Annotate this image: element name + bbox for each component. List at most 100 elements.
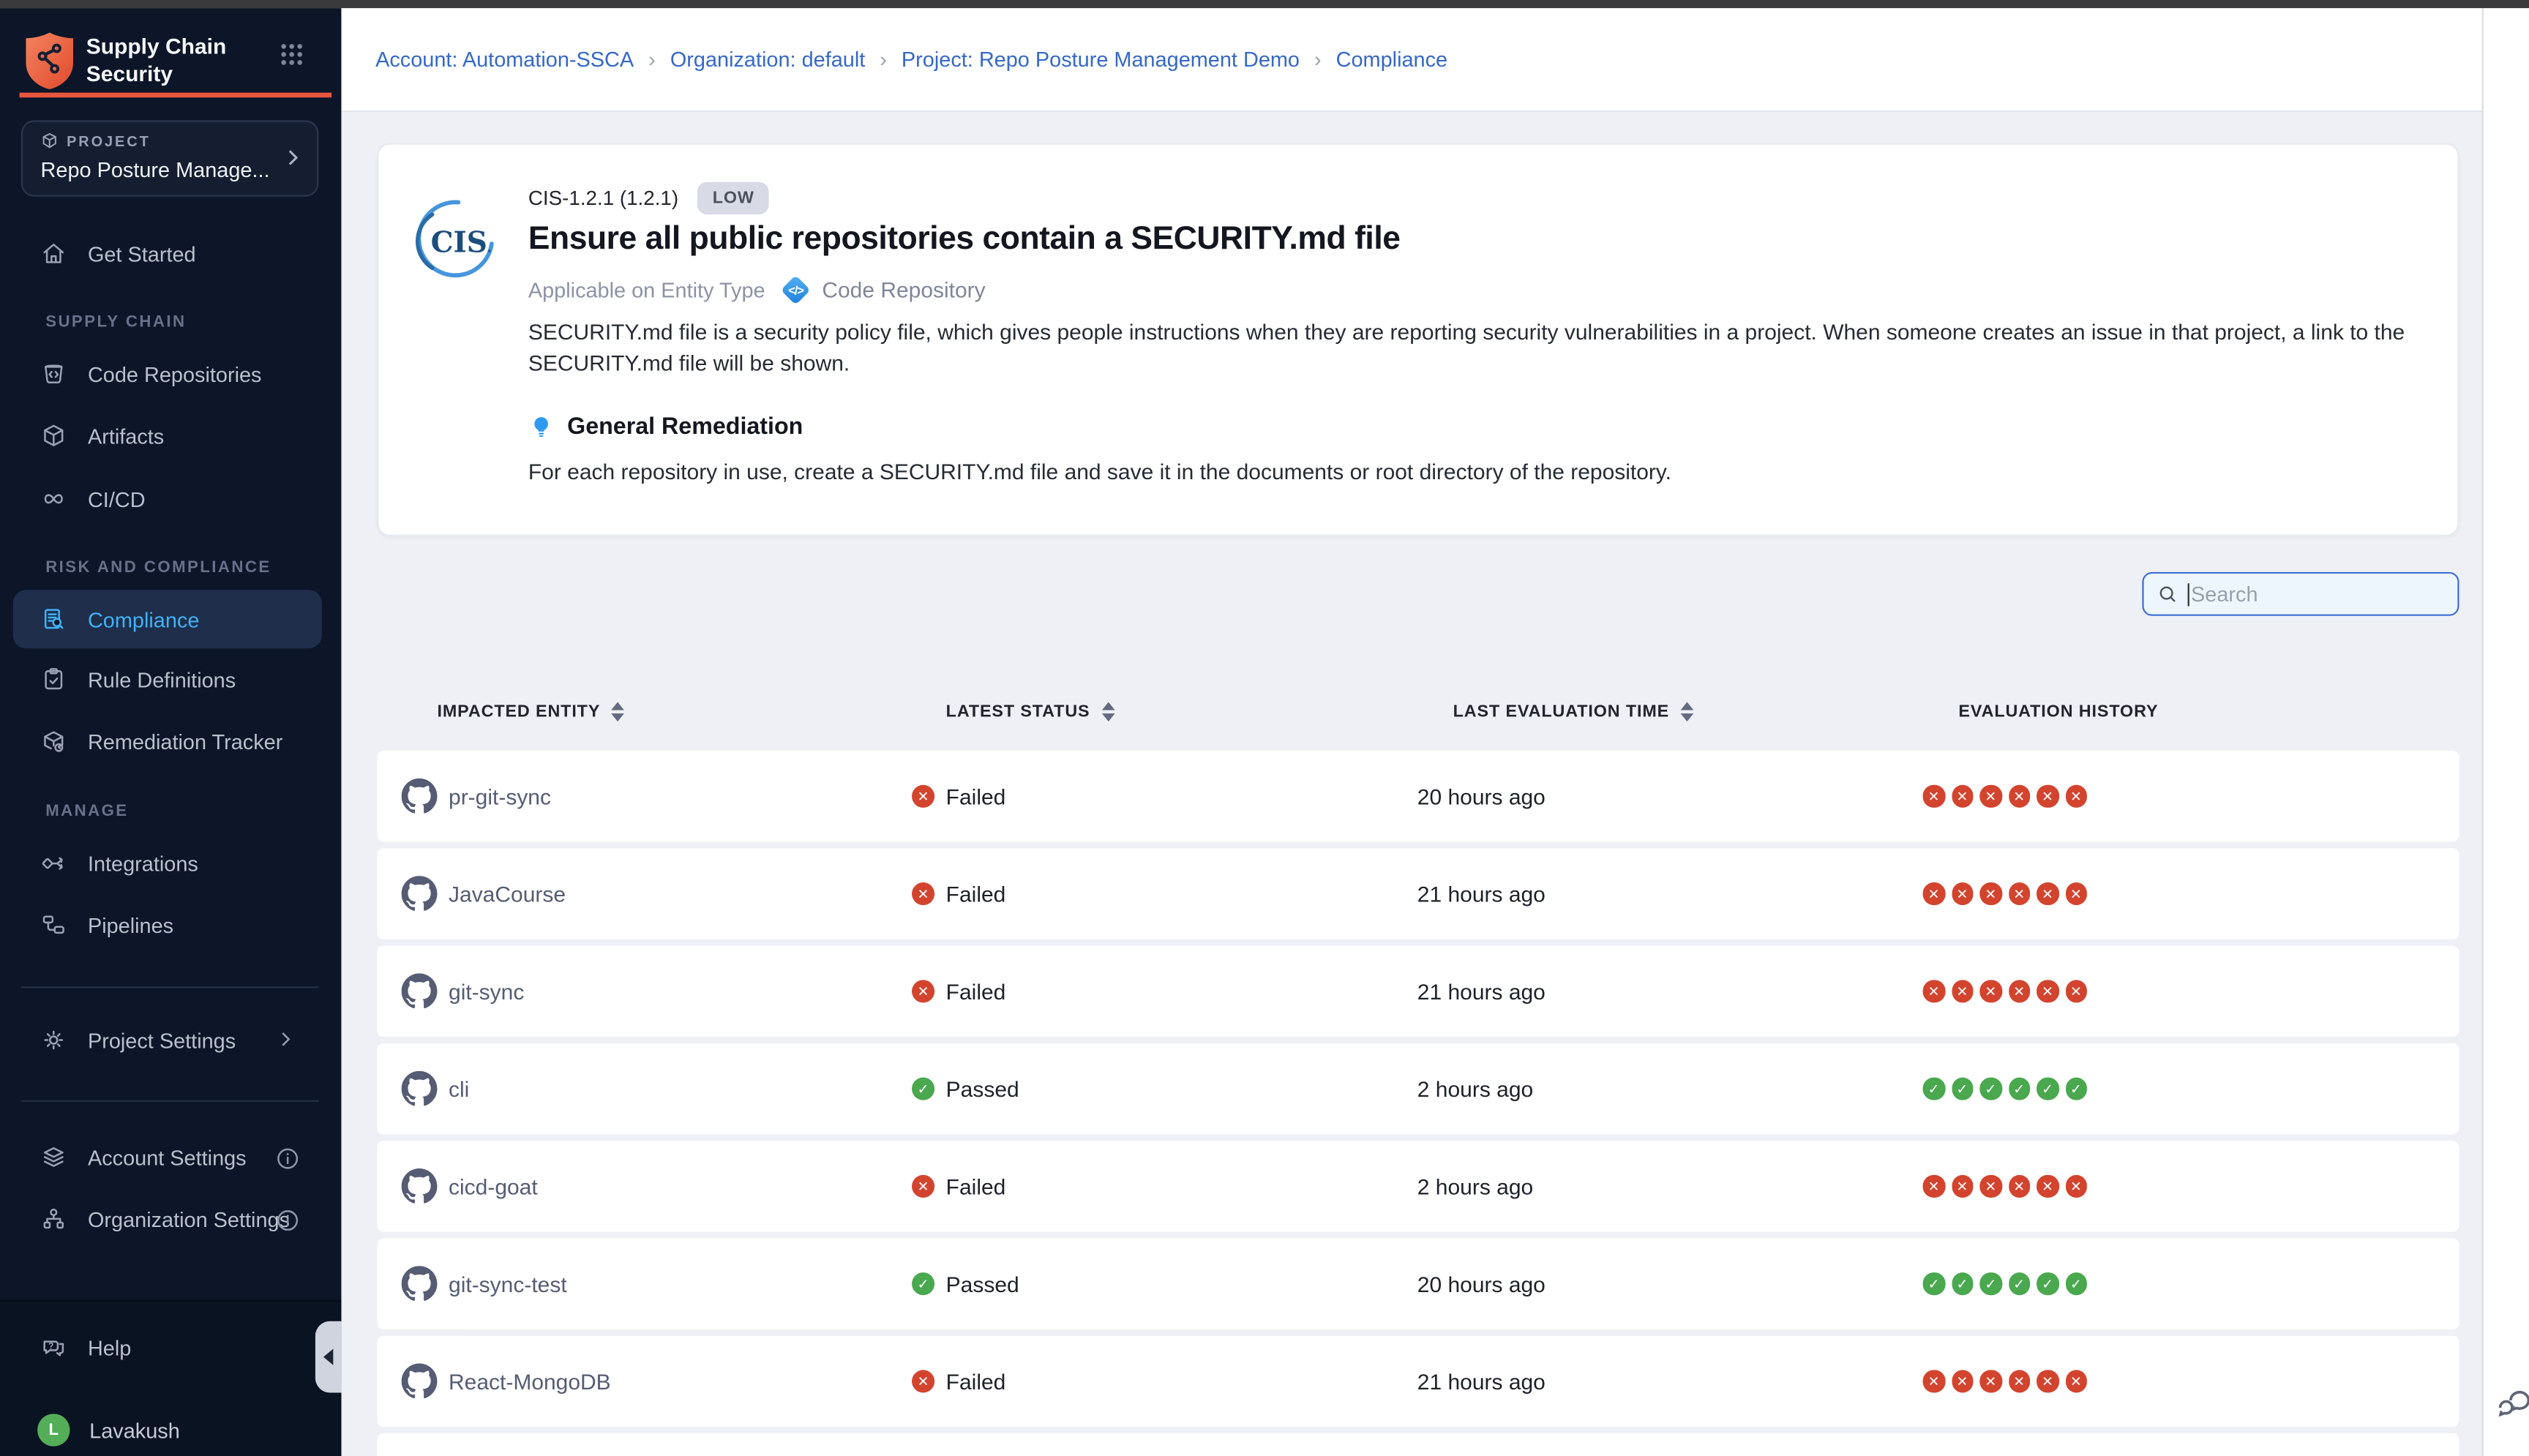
sidebar-item-label: Artifacts: [88, 424, 164, 448]
entity-name[interactable]: React-MongoDB: [449, 1369, 611, 1393]
table-row[interactable]: pr-git-sync✕Failed20 hours ago✕✕✕✕✕✕: [377, 751, 2459, 841]
sidebar-item-artifacts[interactable]: Artifacts: [13, 406, 322, 465]
table-row[interactable]: cli✓Passed2 hours ago✓✓✓✓✓✓: [377, 1043, 2459, 1134]
brand-accent-line: [20, 93, 331, 98]
app-screen: Supply Chain Security PROJECT Repo Postu…: [0, 0, 2529, 1456]
entity-name[interactable]: pr-git-sync: [449, 784, 551, 808]
info-icon[interactable]: [274, 1207, 299, 1231]
entity-cell: cicd-goat: [402, 1141, 538, 1231]
rule-title: Ensure all public repositories contain a…: [528, 221, 1401, 258]
sort-icon[interactable]: [1101, 702, 1114, 722]
column-header-impacted-entity[interactable]: IMPACTED ENTITY: [437, 702, 624, 722]
gear-icon: [41, 1027, 67, 1054]
chat-widget-icon[interactable]: [2497, 1386, 2529, 1422]
sidebar-item-help[interactable]: ? Help: [13, 1318, 322, 1376]
evaluation-history-cell: ✕✕✕✕✕✕: [1923, 1141, 2094, 1231]
passed-status-icon: ✓: [1951, 1273, 1973, 1295]
project-cube-icon: [41, 132, 59, 149]
divider: [21, 986, 318, 988]
breadcrumb-bar: Account: Automation-SSCA › Organization: d…: [341, 8, 2483, 112]
project-label: PROJECT: [67, 133, 151, 149]
passed-status-icon: ✓: [1979, 1078, 2001, 1100]
failed-status-icon: ✕: [2065, 785, 2087, 807]
evaluation-history-cell: ✓✓✓✓✓✓: [1923, 1043, 2094, 1134]
table-row[interactable]: git-sync✕Failed21 hours ago✕✕✕✕✕✕: [377, 946, 2459, 1037]
artifacts-icon: [41, 422, 67, 449]
sidebar-item-compliance[interactable]: Compliance: [13, 590, 322, 648]
breadcrumb-link[interactable]: Compliance: [1336, 47, 1447, 71]
passed-status-icon: ✓: [912, 1078, 934, 1100]
sidebar-item-ci-cd[interactable]: CI/CD: [13, 470, 322, 528]
sidebar-item-integrations[interactable]: Integrations: [13, 833, 322, 892]
column-header-last-evaluation-time[interactable]: LAST EVALUATION TIME: [1453, 702, 1694, 722]
failed-status-icon: ✕: [2065, 883, 2087, 905]
failed-status-icon: ✕: [2065, 1370, 2087, 1392]
passed-status-icon: ✓: [2065, 1078, 2087, 1100]
status-cell: ✕Failed: [912, 848, 1005, 939]
entity-cell: git-sync-test: [402, 1238, 567, 1329]
sidebar-item-rule-definitions[interactable]: Rule Definitions: [13, 650, 322, 708]
failed-status-icon: ✕: [1951, 785, 1973, 807]
rule-definitions-icon: [41, 667, 67, 693]
sidebar-item-account-settings[interactable]: Account Settings: [13, 1127, 322, 1186]
sidebar-item-project-settings[interactable]: Project Settings: [13, 1011, 322, 1070]
failed-status-icon: ✕: [1979, 980, 2001, 1002]
info-icon[interactable]: [274, 1145, 299, 1169]
rule-description: SECURITY.md file is a security policy fi…: [528, 317, 2413, 378]
failed-status-icon: ✕: [2008, 785, 2030, 807]
sidebar-item-remediation-tracker[interactable]: Remediation Tracker: [13, 712, 322, 770]
failed-status-icon: ✕: [1979, 1175, 2001, 1197]
failed-status-icon: ✕: [1951, 980, 1973, 1002]
status-label: Passed: [946, 1076, 1019, 1100]
table-row[interactable]: ✓✓✓✓✓✓✓: [377, 1433, 2459, 1456]
lightbulb-icon: [528, 414, 555, 440]
github-icon: [402, 973, 438, 1009]
evaluation-history-cell: ✓✓✓✓✓✓: [1923, 1238, 2094, 1329]
table-header: IMPACTED ENTITY LATEST STATUS LAST EVALUAT…: [377, 702, 2459, 732]
sidebar-collapse-handle[interactable]: [315, 1321, 342, 1393]
sidebar-item-code-repositories[interactable]: Code Repositories: [13, 345, 322, 403]
sidebar-item-organization-settings[interactable]: Organization Settings: [13, 1190, 322, 1248]
text-caret: [2188, 582, 2189, 605]
breadcrumb-link[interactable]: Account: Automation-SSCA: [375, 47, 634, 71]
table-body: pr-git-sync✕Failed20 hours ago✕✕✕✕✕✕Java…: [377, 751, 2459, 1456]
module-grid-icon[interactable]: [278, 41, 306, 69]
table-row[interactable]: React-MongoDB✕Failed21 hours ago✕✕✕✕✕✕: [377, 1336, 2459, 1427]
table-row[interactable]: cicd-goat✕Failed2 hours ago✕✕✕✕✕✕: [377, 1141, 2459, 1231]
failed-status-icon: ✕: [2008, 980, 2030, 1002]
search-input[interactable]: Search: [2142, 572, 2459, 616]
column-header-latest-status[interactable]: LATEST STATUS: [946, 702, 1114, 722]
column-header-evaluation-history: EVALUATION HISTORY: [1958, 702, 2158, 722]
entity-name[interactable]: git-sync-test: [449, 1272, 567, 1296]
sidebar-item-get-started[interactable]: Get Started: [13, 225, 322, 283]
user-menu[interactable]: L Lavakush: [13, 1401, 322, 1456]
status-label: Failed: [946, 1174, 1006, 1198]
entity-name[interactable]: git-sync: [449, 979, 524, 1003]
project-name: Repo Posture Manage...: [41, 157, 270, 181]
code-repositories-icon: [41, 361, 67, 387]
entity-name[interactable]: cli: [449, 1076, 469, 1100]
table-row[interactable]: git-sync-test✓Passed20 hours ago✓✓✓✓✓✓: [377, 1238, 2459, 1329]
entity-name[interactable]: cicd-goat: [449, 1174, 538, 1198]
sidebar-section-label: SUPPLY CHAIN: [45, 314, 186, 331]
breadcrumb-link[interactable]: Organization: default: [670, 47, 865, 71]
sort-icon[interactable]: [1681, 702, 1694, 722]
breadcrumb: Account: Automation-SSCA › Organization: d…: [375, 8, 1447, 110]
failed-status-icon: ✕: [912, 785, 934, 808]
sidebar-item-label: Organization Settings: [88, 1207, 290, 1231]
failed-status-icon: ✕: [2065, 1175, 2087, 1197]
status-cell: ✓: [912, 1433, 946, 1456]
github-icon: [402, 778, 438, 814]
breadcrumb-separator-icon: ›: [1314, 47, 1322, 71]
svg-text:?: ?: [48, 1341, 53, 1351]
sidebar-item-pipelines[interactable]: Pipelines: [13, 896, 322, 954]
entity-type-value: Code Repository: [822, 278, 985, 302]
failed-status-icon: ✕: [2037, 1175, 2058, 1197]
breadcrumb-link[interactable]: Project: Repo Posture Management Demo: [902, 47, 1300, 71]
table-row[interactable]: JavaCourse✕Failed21 hours ago✕✕✕✕✕✕: [377, 848, 2459, 939]
project-selector[interactable]: PROJECT Repo Posture Manage...: [21, 120, 318, 196]
last-evaluation-time: 2 hours ago: [1417, 1141, 1533, 1231]
entity-name[interactable]: JavaCourse: [449, 882, 566, 906]
sort-icon[interactable]: [612, 702, 625, 722]
github-icon: [402, 1071, 438, 1107]
